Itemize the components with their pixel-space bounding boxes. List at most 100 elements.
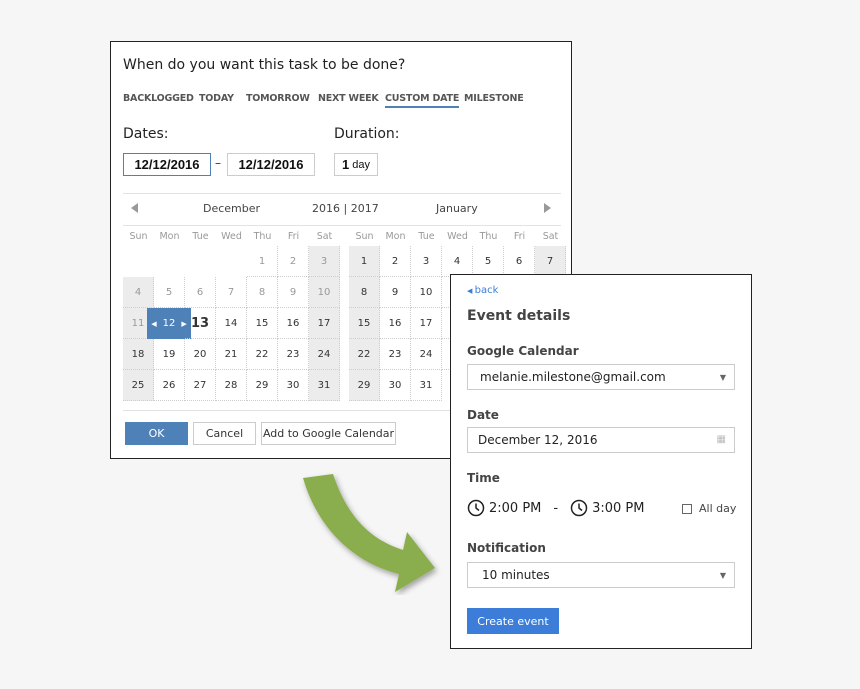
tab-milestone[interactable]: MILESTONE xyxy=(464,93,524,104)
day-name: Sun xyxy=(355,231,374,242)
time-label: Time xyxy=(467,471,500,485)
start-time[interactable]: 2:00 PM xyxy=(489,501,541,516)
calendar-day[interactable]: 14 xyxy=(216,308,247,339)
create-event-button[interactable]: Create event xyxy=(467,608,559,634)
calendar-day[interactable]: 6 xyxy=(504,246,535,277)
calendar-day[interactable]: 26 xyxy=(154,370,185,401)
day-name: Wed xyxy=(221,231,242,242)
left-month-name: December xyxy=(203,202,261,215)
day-name: Fri xyxy=(287,231,300,242)
calendar-day[interactable]: 10 xyxy=(309,277,340,308)
calendar-day[interactable]: 13 xyxy=(185,308,216,339)
calendar-day[interactable]: 5 xyxy=(154,277,185,308)
calendar-day[interactable]: 15 xyxy=(349,308,380,339)
calendar-day[interactable]: 17 xyxy=(309,308,340,339)
day-name: Thu xyxy=(253,231,272,242)
event-details-panel: ◀ back Event details Google Calendar mel… xyxy=(450,274,752,649)
calendar-day[interactable]: 22 xyxy=(349,339,380,370)
calendar-day[interactable]: 19 xyxy=(154,339,185,370)
calendar-day[interactable]: 6 xyxy=(185,277,216,308)
calendar-day[interactable]: 2 xyxy=(380,246,411,277)
date-range-dash: – xyxy=(215,156,221,170)
calendar-day[interactable]: 3 xyxy=(309,246,340,277)
notification-label: Notification xyxy=(467,541,546,555)
calendar-day[interactable]: 5 xyxy=(473,246,504,277)
calendar-day[interactable]: 20 xyxy=(185,339,216,370)
day-name: Mon xyxy=(159,231,180,242)
calendar-day[interactable]: 31 xyxy=(411,370,442,401)
calendar-day[interactable]: 30 xyxy=(278,370,309,401)
time-dash: - xyxy=(553,500,559,516)
back-link[interactable]: ◀ back xyxy=(467,285,498,296)
calendar-icon[interactable]: ▦ xyxy=(717,434,726,445)
day-name: Wed xyxy=(447,231,468,242)
calendar-day[interactable]: 30 xyxy=(380,370,411,401)
back-label: back xyxy=(474,285,499,296)
calendar-day[interactable]: 1 xyxy=(349,246,380,277)
duration-unit: day xyxy=(352,158,370,171)
calendar-day[interactable]: 23 xyxy=(278,339,309,370)
calendar-day[interactable]: 8 xyxy=(247,277,278,308)
google-calendar-select[interactable]: melanie.milestone@gmail.com ▼ xyxy=(467,364,735,390)
calendar-day[interactable]: 16 xyxy=(278,308,309,339)
end-time[interactable]: 3:00 PM xyxy=(592,501,644,516)
calendar-day[interactable]: 27 xyxy=(185,370,216,401)
calendar-day[interactable]: 9 xyxy=(380,277,411,308)
calendar-day[interactable]: 24 xyxy=(309,339,340,370)
calendar-day[interactable]: 24 xyxy=(411,339,442,370)
prev-day-icon[interactable]: ◀ xyxy=(151,320,156,328)
time-range: 2:00 PM - 3:00 PM xyxy=(467,499,644,517)
end-date-input[interactable]: 12/12/2016 xyxy=(227,153,315,176)
calendar-day[interactable]: 21 xyxy=(216,339,247,370)
calendar-day[interactable]: 7 xyxy=(535,246,566,277)
all-day-checkbox[interactable] xyxy=(682,503,692,514)
calendar-day[interactable]: 28 xyxy=(216,370,247,401)
date-input[interactable]: December 12, 2016 ▦ xyxy=(467,427,735,453)
day-name: Mon xyxy=(385,231,406,242)
calendar-day[interactable]: 15 xyxy=(247,308,278,339)
calendar-day[interactable]: 2 xyxy=(278,246,309,277)
chevron-down-icon: ▼ xyxy=(719,373,726,382)
calendar-day[interactable]: 8 xyxy=(349,277,380,308)
start-date-input[interactable]: 12/12/2016 xyxy=(123,153,211,176)
cancel-button[interactable]: Cancel xyxy=(193,422,256,445)
right-month-name: January xyxy=(436,202,478,215)
calendar-day[interactable]: 4 xyxy=(442,246,473,277)
calendar-day[interactable]: 22 xyxy=(247,339,278,370)
duration-label: Duration: xyxy=(334,126,400,142)
calendar-day[interactable]: 3 xyxy=(411,246,442,277)
calendar-day[interactable]: 7 xyxy=(216,277,247,308)
calendar-day[interactable]: 9 xyxy=(278,277,309,308)
day-name: Sat xyxy=(542,231,559,242)
calendar-day[interactable]: 10 xyxy=(411,277,442,308)
dates-label: Dates: xyxy=(123,126,169,142)
next-month-arrow-icon[interactable] xyxy=(544,203,551,213)
tab-backlogged[interactable]: BACKLOGGED xyxy=(123,93,194,104)
calendar-day[interactable]: 29 xyxy=(247,370,278,401)
calendar-day[interactable]: 16 xyxy=(380,308,411,339)
selected-day-number: 12 xyxy=(162,318,176,329)
clock-icon xyxy=(570,499,588,517)
notification-select[interactable]: 10 minutes ▼ xyxy=(467,562,735,588)
tab-next-week[interactable]: NEXT WEEK xyxy=(318,93,379,104)
add-to-google-calendar-button[interactable]: Add to Google Calendar xyxy=(261,422,396,445)
day-name: Sun xyxy=(129,231,148,242)
all-day-toggle[interactable]: All day xyxy=(682,502,736,515)
calendar-day[interactable]: 1 xyxy=(247,246,278,277)
prev-month-arrow-icon[interactable] xyxy=(131,203,138,213)
day-name: Thu xyxy=(479,231,498,242)
calendar-day[interactable]: 25 xyxy=(123,370,154,401)
duration-input[interactable]: 1 day xyxy=(334,153,378,176)
year-label: 2016 | 2017 xyxy=(312,202,379,215)
calendar-day[interactable]: 29 xyxy=(349,370,380,401)
notification-value: 10 minutes xyxy=(482,568,550,582)
calendar-day[interactable]: 17 xyxy=(411,308,442,339)
calendar-day[interactable]: 4 xyxy=(123,277,154,308)
calendar-day[interactable]: 18 xyxy=(123,339,154,370)
calendar-day[interactable]: 31 xyxy=(309,370,340,401)
calendar-day[interactable]: 23 xyxy=(380,339,411,370)
tab-tomorrow[interactable]: TOMORROW xyxy=(246,93,310,104)
tab-today[interactable]: TODAY xyxy=(199,93,234,104)
ok-button[interactable]: OK xyxy=(125,422,188,445)
tab-custom-date[interactable]: CUSTOM DATE xyxy=(385,93,459,108)
